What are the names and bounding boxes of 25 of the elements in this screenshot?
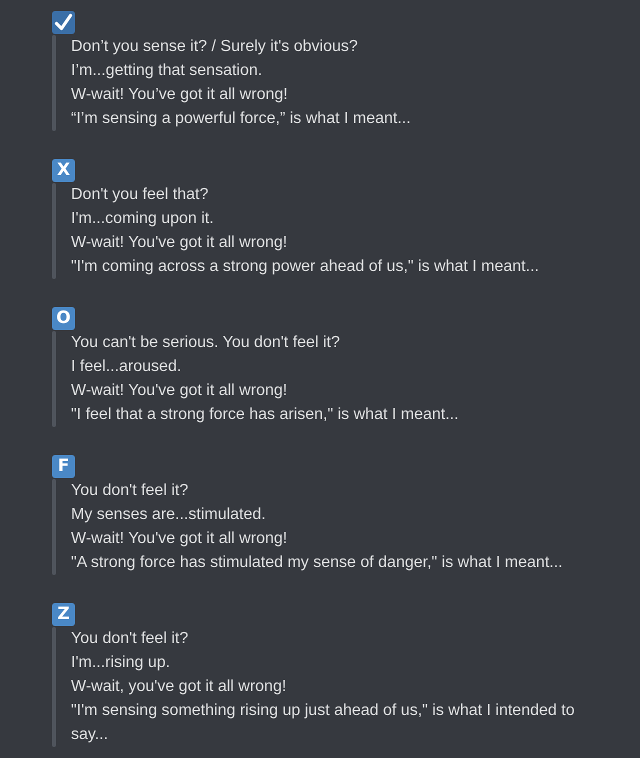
quote-text: I'm...rising up. (71, 653, 172, 673)
letter-tile: O (52, 307, 75, 330)
quote-text: Don’t you sense it? / Surely it's obvious? (71, 37, 359, 57)
quote-text: W-wait! You've got it all wrong! (71, 381, 288, 401)
quote-text: “I’m sensing a powerful force,” is what I meant... (71, 109, 411, 129)
quote-text: "A strong force has stimulated my sense of danger," is what I meant... (71, 553, 563, 573)
quote-text: W-wait! You’ve got it all wrong! (71, 85, 289, 105)
quote-text: W-wait! You've got it all wrong! (71, 233, 288, 253)
quote-text: Don't you feel that? (71, 185, 210, 205)
quote-text: You don't feel it? (71, 481, 190, 501)
letter-tile: F (52, 455, 75, 478)
quote-text: I'm...coming upon it. (71, 209, 215, 229)
quote-text: "I'm sensing something rising up just ahead of us," is what I intended to say... (71, 701, 576, 745)
quote-text: "I feel that a strong force has arisen," is what I meant... (71, 405, 459, 425)
quote-text: You can't be serious. You don't feel it? (71, 333, 341, 353)
quote-text: W-wait! You've got it all wrong! (71, 529, 288, 549)
quote-text: W-wait, you've got it all wrong! (71, 677, 288, 697)
quote-text: You don't feel it? (71, 629, 190, 649)
quote-text: I feel...aroused. (71, 357, 182, 377)
letter-tile: X (52, 159, 75, 182)
quote-text: "I'm coming across a strong power ahead of us," is what I meant... (71, 257, 539, 277)
check-mark-icon (52, 11, 75, 34)
quote-text: My senses are...stimulated. (71, 505, 267, 525)
quote-text: I’m...getting that sensation. (71, 61, 264, 81)
letter-tile: Z (52, 603, 75, 626)
